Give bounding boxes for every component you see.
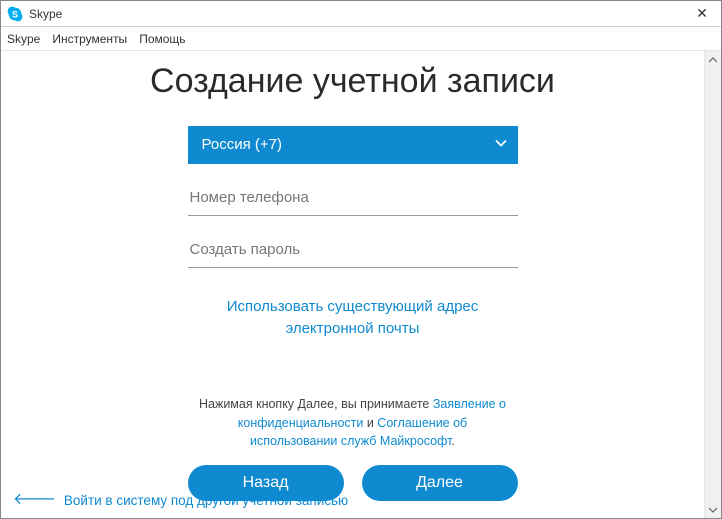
close-button[interactable]: ✕ (687, 5, 717, 22)
skype-icon: S (7, 6, 23, 22)
window-title: Skype (29, 7, 687, 21)
country-select[interactable]: Россия (+7) (188, 126, 518, 164)
svg-text:S: S (12, 9, 18, 19)
use-email-line1: Использовать существующий адрес (227, 298, 479, 315)
menu-help[interactable]: Помощь (139, 32, 185, 46)
chevron-down-icon (494, 136, 508, 154)
scroll-down-icon[interactable] (705, 501, 721, 518)
phone-input[interactable] (188, 178, 518, 216)
other-account-label: Войти в систему под другой учетной запис… (64, 493, 348, 508)
menubar: Skype Инструменты Помощь (1, 27, 721, 51)
menu-skype[interactable]: Skype (7, 32, 40, 46)
country-select-value: Россия (+7) (202, 136, 282, 153)
use-email-link[interactable]: Использовать существующий адрес электрон… (188, 296, 518, 341)
other-account-link[interactable]: 🡐 Войти в систему под другой учетной зап… (13, 492, 348, 508)
page-heading: Создание учетной записи (41, 61, 664, 102)
arrow-left-icon: 🡐 (13, 492, 56, 508)
scroll-up-icon[interactable] (705, 51, 721, 68)
use-email-line2: электронной почты (286, 320, 420, 337)
password-input[interactable] (188, 230, 518, 268)
vertical-scrollbar[interactable] (704, 51, 721, 518)
menu-tools[interactable]: Инструменты (52, 32, 127, 46)
titlebar: S Skype ✕ (1, 1, 721, 27)
signup-form: Россия (+7) Использовать существующий ад… (188, 126, 518, 501)
next-button[interactable]: Далее (362, 465, 518, 501)
legal-text: Нажимая кнопку Далее, вы принимаете Заяв… (188, 395, 518, 451)
content-area: Создание учетной записи Россия (+7) Испо… (1, 51, 704, 518)
